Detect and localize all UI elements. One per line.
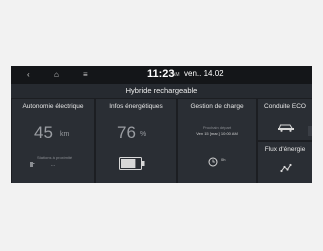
energy-flow-icon [280, 160, 292, 173]
card-flux-energie[interactable]: Flux d'énergie [258, 142, 312, 183]
range-unit: km [60, 131, 70, 138]
range-value: 45 [34, 123, 53, 142]
date-label: ven.. 14.02 [184, 69, 224, 78]
card-title: Gestion de charge [190, 103, 244, 110]
charge-timer-icon [208, 154, 218, 167]
side-panel-handle[interactable] [308, 126, 312, 136]
page-title: Hybride rechargeable [11, 84, 312, 98]
battery-unit: % [140, 131, 147, 138]
menu-icon[interactable]: ≡ [83, 70, 88, 80]
infotainment-screen: ‹ ⌂ ≡ 11:23 AM ven.. 14.02 Hybride recha… [11, 66, 312, 183]
charging-station-icon [29, 154, 35, 167]
home-icon[interactable]: ⌂ [54, 70, 59, 80]
next-departure-time: Ven 15 [mar.] 10:00 AM [196, 131, 238, 136]
card-title: Flux d'énergie [264, 146, 306, 153]
battery-value: 76 [117, 123, 136, 142]
card-title: Autonomie électrique [22, 103, 84, 110]
page-dots: ... [50, 162, 56, 168]
battery-fill [121, 159, 136, 168]
eco-car-icon [277, 119, 295, 132]
card-gestion-de-charge[interactable]: Gestion de charge Prochain départ Ven 15… [178, 99, 256, 183]
status-bar: ‹ ⌂ ≡ 11:23 AM ven.. 14.02 [11, 66, 312, 84]
battery-icon [119, 157, 145, 170]
card-infos-energetiques[interactable]: Infos énergétiques 76 % [96, 99, 176, 183]
card-conduite-eco[interactable]: Conduite ECO [258, 99, 312, 140]
back-icon[interactable]: ‹ [27, 70, 30, 80]
clock-time: 11:23 [147, 68, 175, 80]
card-title: Conduite ECO [264, 103, 306, 110]
next-departure-label: Prochain départ [202, 125, 232, 130]
nearby-stations-label[interactable]: Stations à proximité [37, 155, 72, 160]
charge-timer-value: 0h [221, 157, 226, 162]
card-autonomie-electrique[interactable]: Autonomie électrique 45 km Stations à pr… [12, 99, 94, 183]
clock-ampm: AM [172, 72, 180, 78]
card-title: Infos énergétiques [109, 103, 163, 110]
